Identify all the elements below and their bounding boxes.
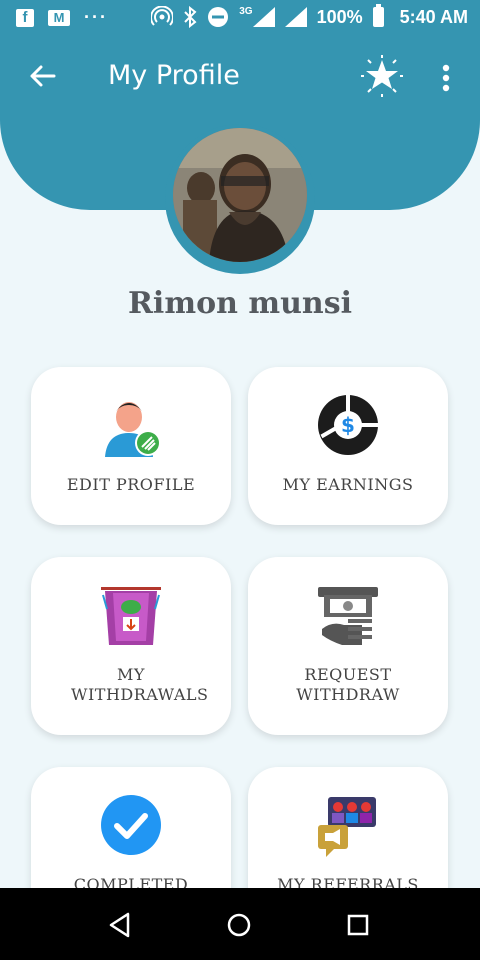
bluetooth-icon bbox=[184, 6, 197, 28]
my-earnings-label: MY EARNINGS bbox=[282, 475, 414, 494]
battery-percent: 100% bbox=[316, 6, 363, 27]
earnings-icon: $ bbox=[318, 395, 378, 455]
profile-photo bbox=[173, 128, 307, 262]
profile-name: Rimon munsi bbox=[128, 286, 352, 321]
nav-recents-icon[interactable] bbox=[341, 908, 375, 942]
signal-icon bbox=[252, 7, 275, 27]
edit-profile-label: EDIT PROFILE bbox=[66, 475, 196, 494]
withdrawals-icon bbox=[101, 587, 161, 645]
do-not-disturb-icon bbox=[208, 7, 229, 27]
more-vert-icon[interactable] bbox=[434, 60, 458, 96]
page-title: My Profile bbox=[108, 60, 240, 91]
check-icon bbox=[101, 795, 161, 855]
svg-text:$: $ bbox=[341, 413, 355, 437]
more-notifications-icon: ··· bbox=[84, 7, 108, 27]
my-withdrawals-label: MY WITHDRAWALS bbox=[71, 665, 209, 704]
rate-star-icon[interactable] bbox=[360, 54, 404, 98]
facebook-notification-icon: f bbox=[16, 8, 34, 27]
edit-profile-icon bbox=[105, 402, 161, 457]
my-earnings-card[interactable]: $ MY EARNINGS bbox=[248, 367, 448, 525]
network-type-icon: 3G bbox=[239, 6, 252, 17]
battery-icon bbox=[372, 4, 384, 27]
edit-profile-card[interactable]: EDIT PROFILE bbox=[31, 367, 231, 525]
system-navigation-bar bbox=[0, 888, 480, 960]
referrals-icon bbox=[318, 797, 376, 857]
nav-back-icon[interactable] bbox=[103, 908, 137, 942]
request-withdraw-label: REQUEST WITHDRAW bbox=[296, 665, 400, 704]
my-withdrawals-card[interactable]: MY WITHDRAWALS bbox=[31, 557, 231, 735]
request-withdraw-card[interactable]: REQUEST WITHDRAW bbox=[248, 557, 448, 735]
network-type-label: 3G bbox=[239, 5, 253, 17]
clock: 5:40 AM bbox=[399, 6, 468, 27]
hotspot-icon bbox=[151, 6, 174, 26]
request-withdraw-icon bbox=[318, 587, 378, 645]
nav-home-icon[interactable] bbox=[222, 908, 256, 942]
back-arrow-icon[interactable] bbox=[24, 58, 60, 94]
signal-icon-2 bbox=[284, 7, 307, 27]
app-bar: My Profile bbox=[0, 46, 480, 110]
avatar[interactable] bbox=[173, 128, 307, 262]
gmail-notification-icon: M bbox=[48, 9, 70, 26]
status-bar: f M ··· 3G 100% 5:40 AM bbox=[0, 0, 480, 36]
